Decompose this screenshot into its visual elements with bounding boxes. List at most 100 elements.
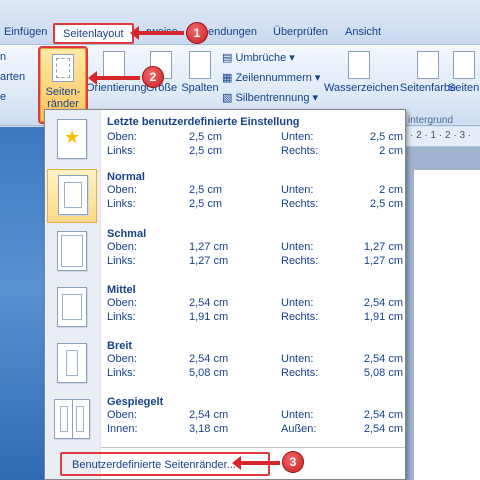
margin-option-last-custom[interactable]: ★ Letzte benutzerdefinierte Einstellung … [45, 114, 405, 170]
value-right: 5,08 cm [363, 367, 403, 379]
tab-sendungen[interactable]: endungen [208, 26, 257, 38]
margin-option-thumb [47, 394, 97, 448]
value-bottom: 2 cm [379, 184, 403, 196]
margin-option-thumb [47, 338, 97, 392]
star-icon: ★ [64, 127, 81, 147]
label-bottom: Unten: [281, 409, 314, 421]
margins-icon [52, 54, 74, 82]
value-left: 2,5 cm [189, 198, 223, 210]
label-outside: Außen: [281, 423, 317, 435]
margins-dropdown: ★ Letzte benutzerdefinierte Einstellung … [44, 109, 406, 480]
columns-label: Spalten [181, 82, 219, 94]
value-right: 2,5 cm [369, 198, 403, 210]
narrow-margins-icon [57, 231, 87, 271]
arrow-1 [130, 26, 184, 40]
margin-option-title: Letzte benutzerdefinierte Einstellung [107, 116, 300, 128]
callout-2: 2 [142, 66, 164, 88]
margins-label-line1: Seiten- [45, 86, 81, 98]
margin-option-title: Mittel [107, 284, 136, 296]
mirrored-margins-icon [54, 399, 90, 439]
value-bottom: 1,27 cm [363, 241, 403, 253]
group-label-page-background: intergrund [408, 115, 454, 126]
value-right: 1,27 cm [363, 255, 403, 267]
watermark-button[interactable]: Wasserzeichen [324, 51, 399, 94]
callout-1: 1 [186, 22, 208, 44]
label-inside: Innen: [107, 423, 138, 435]
label-left: Links: [107, 311, 136, 323]
tab-ueberpruefen[interactable]: Überprüfen [273, 26, 328, 38]
document-page[interactable] [414, 170, 480, 480]
ribbon-left-item-3[interactable]: e [0, 91, 6, 103]
label-bottom: Unten: [281, 297, 314, 309]
margin-option-thumb [47, 226, 97, 280]
label-top: Oben: [107, 131, 137, 143]
value-right: 1,91 cm [363, 311, 403, 323]
label-left: Links: [107, 198, 136, 210]
line-numbers-button[interactable]: ▦ Zeilennummern ▾ [222, 71, 320, 84]
normal-margins-icon [58, 175, 88, 215]
moderate-margins-icon [57, 287, 87, 327]
label-top: Oben: [107, 353, 137, 365]
hyphenation-button[interactable]: ▧ Silbentrennung ▾ [222, 91, 318, 104]
tab-ansicht[interactable]: Ansicht [345, 26, 381, 38]
label-bottom: Unten: [281, 131, 314, 143]
value-left: 5,08 cm [189, 367, 229, 379]
margin-option-thumb: ★ [47, 114, 97, 168]
tab-seitenlayout[interactable]: Seitenlayout [53, 23, 134, 44]
label-left: Links: [107, 145, 136, 157]
label-left: Links: [107, 367, 136, 379]
margin-option-title: Normal [107, 171, 145, 183]
label-right: Rechts: [281, 198, 319, 210]
value-top: 2,54 cm [189, 353, 229, 365]
margin-option-mirrored[interactable]: Gespiegelt Oben: 2,54 cm Unten: 2,54 cm … [45, 394, 405, 450]
margin-option-title: Gespiegelt [107, 396, 164, 408]
page-color-icon [417, 51, 439, 79]
value-outside: 2,54 cm [363, 423, 403, 435]
star-page-icon: ★ [57, 119, 87, 159]
ruler-ticks: · 2 · 1 · 2 · 3 · [410, 130, 472, 141]
watermark-icon [348, 51, 370, 79]
margin-option-narrow[interactable]: Schmal Oben: 1,27 cm Unten: 1,27 cm Link… [45, 226, 405, 282]
breaks-button[interactable]: ▤ Umbrüche ▾ [222, 51, 295, 64]
value-left: 1,27 cm [189, 255, 229, 267]
breaks-label: Umbrüche [235, 52, 287, 64]
value-top: 2,54 cm [189, 409, 229, 421]
margin-option-title: Schmal [107, 228, 147, 240]
label-bottom: Unten: [281, 184, 314, 196]
navigation-pane [0, 127, 44, 480]
page-border-icon [453, 51, 475, 79]
margin-option-normal[interactable]: Normal Oben: 2,5 cm Unten: 2 cm Links: 2… [45, 169, 405, 225]
label-right: Rechts: [281, 145, 319, 157]
value-top: 2,5 cm [189, 131, 223, 143]
hyphenation-label: Silbentrennung [235, 92, 310, 104]
orientation-icon [103, 51, 125, 79]
menu-separator [101, 447, 405, 448]
ribbon-left-item-1[interactable]: n [0, 51, 6, 63]
columns-icon [189, 51, 211, 79]
ribbon-tab-bar: Einfügen Seitenlayout rweise endungen Üb… [0, 0, 480, 44]
columns-button[interactable]: Spalten [180, 51, 220, 94]
wide-margins-icon [57, 343, 87, 383]
tab-einfuegen[interactable]: Einfügen [4, 26, 47, 38]
label-bottom: Unten: [281, 353, 314, 365]
arrow-3 [232, 456, 280, 470]
ribbon-left-item-2[interactable]: arten [0, 71, 25, 83]
line-numbers-label: Zeilennummern [235, 72, 312, 84]
label-left: Links: [107, 255, 136, 267]
margin-option-wide[interactable]: Breit Oben: 2,54 cm Unten: 2,54 cm Links… [45, 338, 405, 394]
value-left: 1,91 cm [189, 311, 229, 323]
margin-option-moderate[interactable]: Mittel Oben: 2,54 cm Unten: 2,54 cm Link… [45, 282, 405, 338]
value-bottom: 2,5 cm [369, 131, 403, 143]
watermark-label: Wasserzeichen [324, 82, 399, 94]
value-bottom: 2,54 cm [363, 353, 403, 365]
value-right: 2 cm [379, 145, 403, 157]
value-bottom: 2,54 cm [363, 297, 403, 309]
label-right: Rechts: [281, 255, 319, 267]
page-border-button[interactable]: Seitenr [448, 51, 480, 94]
label-top: Oben: [107, 184, 137, 196]
value-left: 2,5 cm [189, 145, 223, 157]
label-top: Oben: [107, 241, 137, 253]
label-top: Oben: [107, 297, 137, 309]
page-border-label: Seitenr [448, 82, 480, 94]
label-right: Rechts: [281, 311, 319, 323]
